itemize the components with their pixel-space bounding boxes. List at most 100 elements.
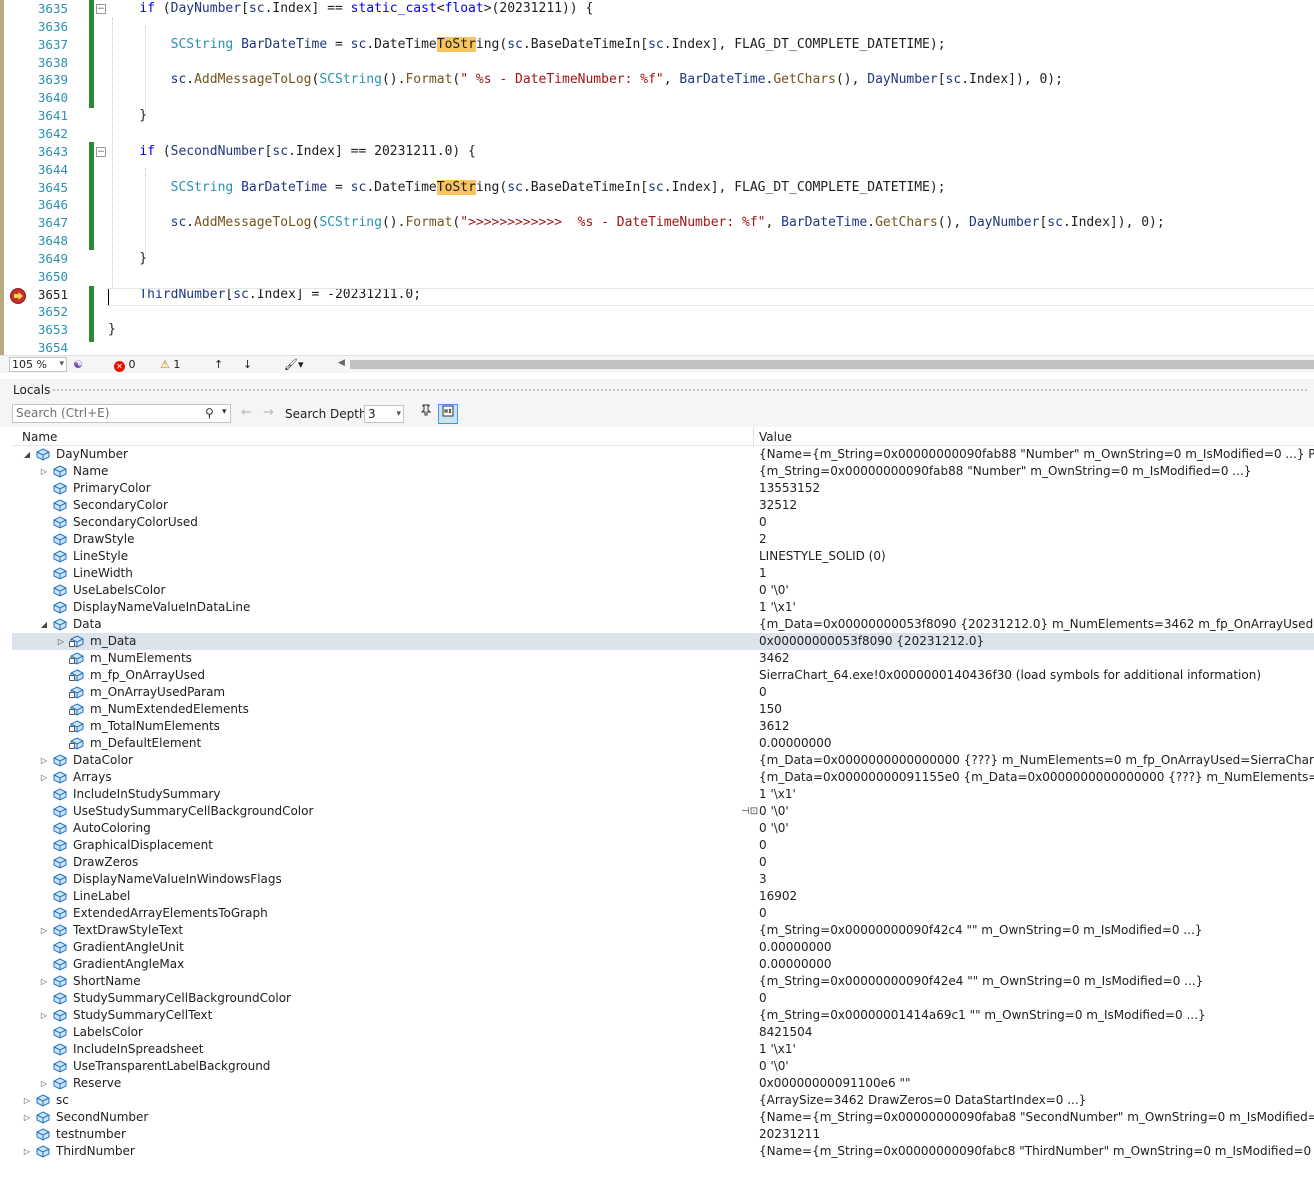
code-line[interactable]: 3653} bbox=[0, 321, 1314, 339]
variable-value[interactable]: 3462 bbox=[759, 650, 1314, 667]
search-previous-arrow-icon[interactable]: ← bbox=[241, 405, 252, 420]
search-options-chevron-down-icon[interactable]: ▾ bbox=[222, 407, 227, 417]
variable-value[interactable]: 0 bbox=[759, 837, 1314, 854]
search-next-arrow-icon[interactable]: → bbox=[263, 405, 274, 420]
code-line[interactable]: 3644 bbox=[0, 161, 1314, 179]
locals-row[interactable]: IncludeInStudySummary 1 '\x1' bbox=[12, 786, 1314, 803]
locals-row[interactable]: ▷ Name {m_String=0x00000000090fab88 "Numbe… bbox=[12, 463, 1314, 480]
expand-arrow-icon[interactable]: ▷ bbox=[39, 1007, 49, 1024]
expand-arrow-icon[interactable]: ▷ bbox=[22, 1092, 32, 1109]
variable-value[interactable]: 16902 bbox=[759, 888, 1314, 905]
expand-arrow-icon[interactable]: ▷ bbox=[22, 1143, 32, 1160]
zoom-dropdown[interactable]: 105 % bbox=[9, 357, 67, 372]
variable-value[interactable]: LINESTYLE_SOLID (0) bbox=[759, 548, 1314, 565]
variable-value[interactable]: 0 bbox=[759, 990, 1314, 1007]
locals-row[interactable]: ◢ DayNumber {Name={m_String=0x00000000090f… bbox=[12, 446, 1314, 463]
locals-row[interactable]: LineWidth 1 bbox=[12, 565, 1314, 582]
locals-row[interactable]: LineLabel 16902 bbox=[12, 888, 1314, 905]
variable-value[interactable]: {m_String=0x00000001414a69c1 "" m_OwnStr… bbox=[759, 1007, 1314, 1024]
variable-value[interactable]: {m_String=0x00000000090f42e4 "" m_OwnStr… bbox=[759, 973, 1314, 990]
code-line[interactable]: 3645 SCString BarDateTime = sc.DateTimeT… bbox=[0, 179, 1314, 197]
variable-value[interactable]: {m_String=0x00000000090fab88 "Number" m_… bbox=[759, 463, 1314, 480]
code-text[interactable]: } bbox=[108, 250, 147, 268]
code-text[interactable]: sc.AddMessageToLog(SCString().Format(" %… bbox=[108, 71, 1063, 89]
variable-value[interactable]: 0 '\0' bbox=[759, 820, 1314, 837]
expand-arrow-icon[interactable]: ▷ bbox=[22, 1109, 32, 1126]
next-issue-button[interactable]: ↓ bbox=[243, 357, 252, 372]
locals-row[interactable]: SecondaryColorUsed 0 bbox=[12, 514, 1314, 531]
code-line[interactable]: 3637 SCString BarDateTime = sc.DateTimeT… bbox=[0, 36, 1314, 54]
code-line[interactable]: 3652 bbox=[0, 303, 1314, 321]
error-count[interactable]: ✕ 0 bbox=[114, 357, 136, 372]
code-line[interactable]: 3646 bbox=[0, 196, 1314, 214]
expand-arrow-icon[interactable]: ▷ bbox=[56, 633, 66, 650]
expand-arrow-icon[interactable]: ▷ bbox=[39, 922, 49, 939]
code-text[interactable]: } bbox=[108, 107, 147, 125]
code-text[interactable]: if (DayNumber[sc.Index] == static_cast<f… bbox=[108, 0, 593, 18]
variable-value[interactable]: 2 bbox=[759, 531, 1314, 548]
code-line[interactable]: 3639 sc.AddMessageToLog(SCString().Forma… bbox=[0, 71, 1314, 89]
variable-value[interactable]: 0 '\0' bbox=[759, 582, 1314, 599]
variable-value[interactable]: 1 '\x1' bbox=[759, 786, 1314, 803]
code-editor[interactable]: 3635 if (DayNumber[sc.Index] == static_c… bbox=[0, 0, 1314, 355]
locals-row[interactable]: UseTransparentLabelBackground 0 '\0' bbox=[12, 1058, 1314, 1075]
locals-title-bar[interactable]: Locals bbox=[0, 379, 1314, 401]
name-column-header[interactable]: Name bbox=[22, 430, 57, 444]
collapse-toggle-icon[interactable]: − bbox=[96, 147, 106, 157]
variable-value[interactable]: 0 '\0' bbox=[759, 1058, 1314, 1075]
warning-count[interactable]: ⚠ 1 bbox=[160, 357, 180, 372]
locals-row[interactable]: ◢ Data {m_Data=0x00000000053f8090 {2023121… bbox=[12, 616, 1314, 633]
locals-row[interactable]: DisplayNameValueInDataLine 1 '\x1' bbox=[12, 599, 1314, 616]
variable-value[interactable]: 0 bbox=[759, 684, 1314, 701]
collapse-toggle-icon[interactable]: − bbox=[96, 4, 106, 14]
code-text[interactable]: sc.AddMessageToLog(SCString().Format(">>… bbox=[108, 214, 1165, 232]
variable-value[interactable]: 1 bbox=[759, 565, 1314, 582]
variable-value[interactable]: {m_Data=0x00000000091155e0 {m_Data=0x000… bbox=[759, 769, 1314, 786]
code-text[interactable]: } bbox=[108, 321, 116, 339]
locals-row[interactable]: m_NumElements 3462 bbox=[12, 650, 1314, 667]
variable-value[interactable]: {ArraySize=3462 DrawZeros=0 DataStartInd… bbox=[759, 1092, 1314, 1109]
locals-row[interactable]: SecondaryColor 32512 bbox=[12, 497, 1314, 514]
breakpoint-current-statement-icon[interactable] bbox=[10, 288, 26, 304]
variable-value[interactable]: 0 bbox=[759, 905, 1314, 922]
code-text[interactable]: SCString BarDateTime = sc.DateTimeToStri… bbox=[108, 179, 946, 197]
variable-value[interactable]: 1 '\x1' bbox=[759, 599, 1314, 616]
variable-value[interactable]: {m_Data=0x0000000000000000 {???} m_NumEl… bbox=[759, 752, 1314, 769]
locals-row[interactable]: ▷ DataColor {m_Data=0x0000000000000000 {??… bbox=[12, 752, 1314, 769]
expand-arrow-icon[interactable]: ▷ bbox=[39, 752, 49, 769]
locals-row[interactable]: ▷ ShortName {m_String=0x00000000090f42e4 "… bbox=[12, 973, 1314, 990]
variable-value[interactable]: 0 '\0' bbox=[759, 803, 1314, 820]
locals-row[interactable]: DisplayNameValueInWindowsFlags 3 bbox=[12, 871, 1314, 888]
variable-value[interactable]: {Name={m_String=0x00000000090faba8 "Seco… bbox=[759, 1109, 1314, 1126]
code-line[interactable]: 3649 } bbox=[0, 250, 1314, 268]
code-line[interactable]: 3643 if (SecondNumber[sc.Index] == 20231… bbox=[0, 143, 1314, 161]
scroll-left-arrow-icon[interactable]: ◀ bbox=[338, 358, 345, 368]
code-line[interactable]: 3638 bbox=[0, 54, 1314, 72]
value-column-header[interactable]: Value bbox=[759, 430, 792, 444]
collapse-arrow-icon[interactable]: ◢ bbox=[22, 446, 32, 463]
locals-row[interactable]: StudySummaryCellBackgroundColor 0 bbox=[12, 990, 1314, 1007]
variable-value[interactable]: {Name={m_String=0x00000000090fab88 "Numb… bbox=[759, 446, 1314, 463]
code-line[interactable]: 3636 bbox=[0, 18, 1314, 36]
locals-row[interactable]: IncludeInSpreadsheet 1 '\x1' bbox=[12, 1041, 1314, 1058]
locals-row[interactable]: ▷ StudySummaryCellText {m_String=0x0000000… bbox=[12, 1007, 1314, 1024]
locals-row[interactable]: UseStudySummaryCellBackgroundColor ⊣⊡ 0 '\… bbox=[12, 803, 1314, 820]
variable-value[interactable]: 8421504 bbox=[759, 1024, 1314, 1041]
locals-row[interactable]: m_OnArrayUsedParam 0 bbox=[12, 684, 1314, 701]
code-line[interactable]: 3635 if (DayNumber[sc.Index] == static_c… bbox=[0, 0, 1314, 18]
variable-value[interactable]: 13553152 bbox=[759, 480, 1314, 497]
locals-row[interactable]: LabelsColor 8421504 bbox=[12, 1024, 1314, 1041]
code-text[interactable]: SCString BarDateTime = sc.DateTimeToStri… bbox=[108, 36, 946, 54]
code-cleanup-icon[interactable]: 🖌▾ bbox=[284, 357, 304, 372]
variable-value[interactable]: 0 bbox=[759, 854, 1314, 871]
locals-row[interactable]: ▷ m_Data 0x00000000053f8090 {20231212.0} bbox=[12, 633, 1314, 650]
variable-value[interactable]: 0x00000000053f8090 {20231212.0} bbox=[759, 633, 1314, 650]
variable-value[interactable]: 3612 bbox=[759, 718, 1314, 735]
locals-row[interactable]: m_NumExtendedElements 150 bbox=[12, 701, 1314, 718]
locals-row[interactable]: UseLabelsColor 0 '\0' bbox=[12, 582, 1314, 599]
code-text[interactable]: if (SecondNumber[sc.Index] == 20231211.0… bbox=[108, 143, 476, 161]
previous-issue-button[interactable]: ↑ bbox=[214, 357, 223, 372]
code-line[interactable]: 3647 sc.AddMessageToLog(SCString().Forma… bbox=[0, 214, 1314, 232]
column-splitter[interactable] bbox=[753, 427, 754, 446]
variable-value[interactable]: 0.00000000 bbox=[759, 735, 1314, 752]
